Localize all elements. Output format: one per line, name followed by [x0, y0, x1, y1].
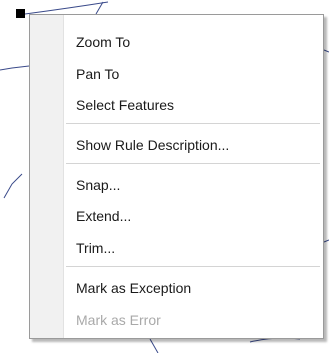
- map-feature-line: [3, 173, 23, 199]
- map-feature-line: [24, 1, 109, 15]
- menu-item-show-rule-description[interactable]: Show Rule Description...: [76, 137, 229, 153]
- menu-item-mark-as-error: Mark as Error: [76, 312, 161, 328]
- map-feature-line: [323, 239, 329, 243]
- menu-separator: [66, 123, 320, 124]
- menu-item-extend[interactable]: Extend...: [76, 208, 131, 224]
- menu-item-pan-to[interactable]: Pan To: [76, 66, 119, 82]
- map-feature-line: [149, 338, 159, 353]
- menu-item-select-features[interactable]: Select Features: [76, 97, 174, 113]
- menu-item-trim[interactable]: Trim...: [76, 240, 115, 256]
- selection-handle[interactable]: [16, 9, 25, 18]
- menu-item-mark-as-exception[interactable]: Mark as Exception: [76, 280, 191, 296]
- menu-item-zoom-to[interactable]: Zoom To: [76, 34, 130, 50]
- menu-separator: [66, 266, 320, 267]
- menu-separator: [66, 163, 320, 164]
- map-feature-line: [323, 49, 329, 53]
- menu-icon-gutter: [30, 15, 64, 338]
- menu-item-snap[interactable]: Snap...: [76, 177, 120, 193]
- context-menu: Zoom To Pan To Select Features Show Rule…: [29, 14, 324, 339]
- map-feature-line: [0, 65, 30, 71]
